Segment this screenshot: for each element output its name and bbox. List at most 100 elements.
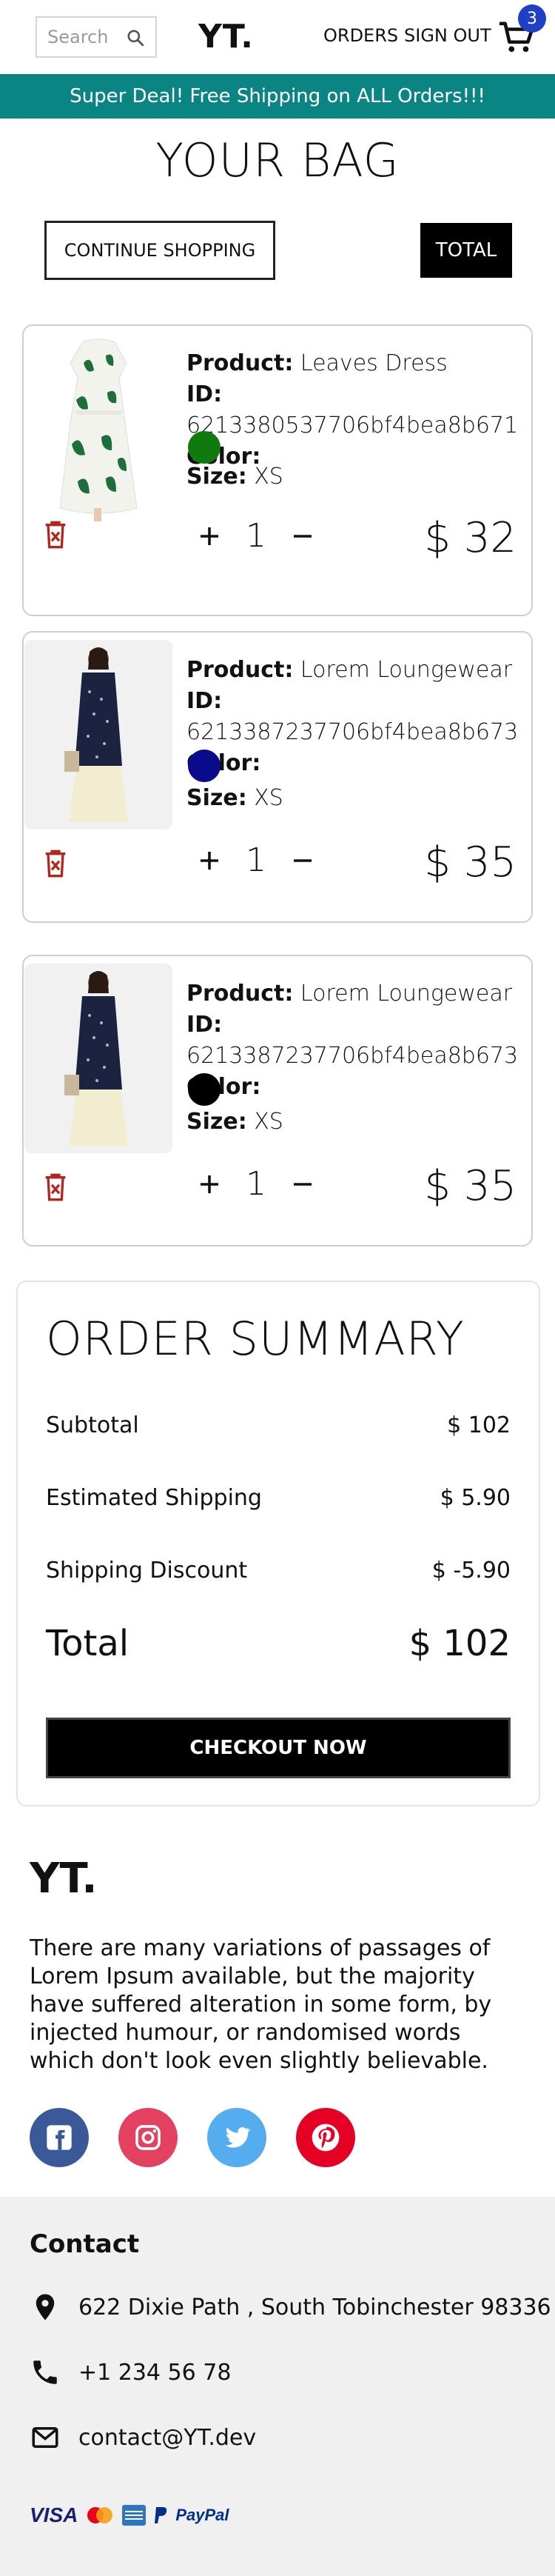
paypal-logo: PayPal: [175, 2506, 229, 2524]
minus-icon[interactable]: [292, 850, 314, 872]
discount-value: $ -5.90: [431, 1558, 511, 1584]
phone-icon: [33, 2360, 57, 2384]
paypal-icon: [155, 2507, 167, 2523]
footer-logo[interactable]: YT.: [30, 1855, 98, 1903]
size-value: XS: [254, 785, 283, 811]
cart-item: Product: Lorem Loungewear ID: 6213387237…: [22, 631, 533, 923]
product-name: Lorem Loungewear: [300, 981, 513, 1007]
size-line: Size: XS: [186, 1109, 283, 1135]
shipping-row: Estimated Shipping $ 5.90: [46, 1485, 511, 1511]
product-info: Product: Lorem Loungewear ID: 6213387237…: [186, 978, 531, 1103]
discount-label: Shipping Discount: [46, 1558, 248, 1584]
trash-icon[interactable]: [43, 520, 68, 550]
size-label: Size:: [186, 1109, 247, 1135]
total-button[interactable]: TOTAL: [420, 223, 512, 278]
item-price: $ 35: [424, 1162, 517, 1210]
mail-icon: [32, 2427, 58, 2448]
quantity-value: 1: [246, 1165, 266, 1203]
item-price: $ 32: [424, 514, 517, 562]
color-swatch[interactable]: [188, 1073, 221, 1106]
product-image: [24, 964, 172, 1153]
contact-address: 622 Dixie Path , South Tobinchester 9833…: [30, 2292, 551, 2323]
product-label: Product:: [186, 981, 294, 1007]
product-image: [24, 640, 172, 830]
cart-item: Product: Lorem Loungewear ID: 6213387237…: [22, 955, 533, 1247]
search-input[interactable]: [47, 27, 124, 47]
size-label: Size:: [186, 785, 247, 811]
size-value: XS: [254, 1109, 283, 1135]
pinterest-link[interactable]: [296, 2108, 355, 2167]
navbar: YT. ORDERS SIGN OUT 3: [0, 0, 555, 74]
minus-icon[interactable]: [292, 1173, 314, 1195]
announcement-bar: Super Deal! Free Shipping on ALL Orders!…: [0, 74, 555, 119]
product-name: Leaves Dress: [300, 350, 448, 376]
size-line: Size: XS: [186, 464, 283, 490]
plus-icon[interactable]: [198, 850, 221, 872]
id-label: ID:: [186, 1012, 223, 1038]
contact-email: contact@YT.dev: [30, 2422, 256, 2453]
contact-phone: +1 234 56 78: [30, 2357, 231, 2388]
size-value: XS: [254, 464, 283, 490]
product-info: Product: Leaves Dress ID: 6213380537706b…: [186, 348, 531, 473]
product-info: Product: Lorem Loungewear ID: 6213387237…: [186, 655, 531, 779]
shipping-label: Estimated Shipping: [46, 1485, 262, 1511]
location-pin-icon: [36, 2294, 55, 2320]
size-line: Size: XS: [186, 785, 283, 811]
email-text[interactable]: contact@YT.dev: [78, 2425, 256, 2451]
search-icon[interactable]: [126, 28, 145, 47]
address-text: 622 Dixie Path , South Tobinchester 9833…: [78, 2294, 551, 2320]
id-label: ID:: [186, 381, 223, 407]
subtotal-label: Subtotal: [46, 1412, 139, 1438]
nav-orders-link[interactable]: ORDERS: [323, 25, 398, 46]
instagram-icon: [135, 2125, 161, 2150]
continue-shopping-button[interactable]: CONTINUE SHOPPING: [44, 221, 275, 280]
total-value: $ 102: [408, 1623, 511, 1664]
product-id: 6213380537706bf4bea8b671: [186, 413, 519, 438]
instagram-link[interactable]: [118, 2108, 178, 2167]
trash-icon[interactable]: [43, 1172, 68, 1202]
quantity-value: 1: [246, 841, 266, 879]
shipping-value: $ 5.90: [440, 1485, 511, 1511]
phone-text[interactable]: +1 234 56 78: [78, 2360, 231, 2386]
cart-count-badge: 3: [518, 4, 546, 33]
color-swatch[interactable]: [188, 750, 221, 782]
item-price: $ 35: [424, 838, 517, 887]
facebook-icon: [47, 2125, 72, 2150]
page-title: YOUR BAG: [155, 133, 400, 187]
cart-item: Product: Leaves Dress ID: 6213380537706b…: [22, 324, 533, 616]
trash-icon[interactable]: [43, 849, 68, 878]
twitter-link[interactable]: [207, 2108, 266, 2167]
payment-methods: VISA PayPal: [30, 2503, 229, 2527]
plus-icon[interactable]: [198, 1173, 221, 1195]
checkout-button[interactable]: CHECKOUT NOW: [46, 1718, 511, 1778]
quantity-value: 1: [246, 517, 266, 555]
product-label: Product:: [186, 657, 294, 683]
id-label: ID:: [186, 688, 223, 714]
discount-row: Shipping Discount $ -5.90: [46, 1558, 511, 1584]
mastercard-icon: [87, 2507, 113, 2523]
subtotal-row: Subtotal $ 102: [46, 1412, 511, 1438]
contact-section: Contact 622 Dixie Path , South Tobinches…: [0, 2197, 555, 2576]
pinterest-icon: [312, 2123, 340, 2152]
contact-title: Contact: [30, 2229, 140, 2259]
size-label: Size:: [186, 464, 247, 490]
product-label: Product:: [186, 350, 294, 376]
minus-icon[interactable]: [292, 525, 314, 547]
summary-title: ORDER SUMMARY: [46, 1312, 465, 1366]
quantity-stepper: 1: [198, 1165, 314, 1203]
footer-description: There are many variations of passages of…: [30, 1935, 492, 2074]
facebook-link[interactable]: [30, 2108, 89, 2167]
visa-logo: VISA: [30, 2503, 78, 2526]
amex-icon: [122, 2505, 147, 2526]
subtotal-value: $ 102: [447, 1412, 511, 1438]
product-image: [24, 333, 172, 523]
search-box[interactable]: [36, 16, 157, 58]
product-id: 6213387237706bf4bea8b673: [186, 719, 519, 745]
logo[interactable]: YT.: [198, 18, 254, 56]
total-label: Total: [46, 1623, 130, 1664]
plus-icon[interactable]: [198, 525, 221, 547]
nav-signout-link[interactable]: SIGN OUT: [404, 25, 491, 46]
product-id: 6213387237706bf4bea8b673: [186, 1043, 519, 1069]
twitter-icon: [225, 2127, 251, 2148]
color-swatch[interactable]: [188, 431, 221, 464]
